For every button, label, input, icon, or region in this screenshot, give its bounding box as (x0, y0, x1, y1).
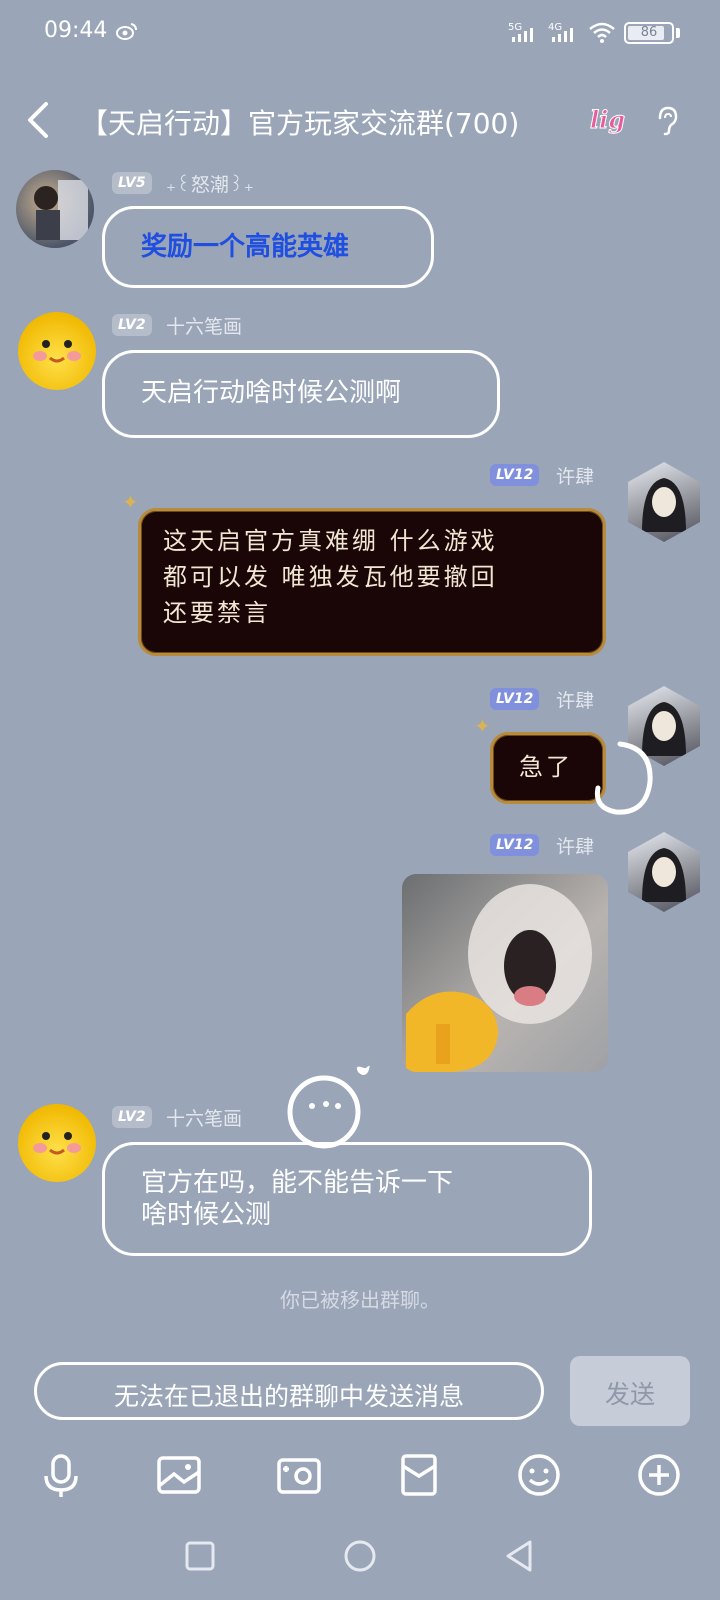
message-line: 这天启官方真难绷 什么游戏 (163, 527, 498, 555)
ear-icon[interactable] (656, 106, 678, 136)
avatar-nuchao[interactable] (16, 170, 94, 248)
message-text: 天启行动啥时候公测啊 (141, 378, 402, 408)
sender-nickname[interactable]: 十六笔画 (166, 312, 242, 339)
sparkle-decoration: ✦ (122, 490, 139, 514)
message-bubble[interactable]: 官方在吗，能不能告诉一下 啥时候公测 (102, 1142, 592, 1256)
level-badge: LV12 (490, 834, 540, 856)
level-badge: LV12 (490, 688, 540, 710)
svg-text:lig: lig (590, 105, 625, 134)
battery-indicator: 86 (624, 22, 674, 44)
sender-nickname[interactable]: 十六笔画 (166, 1104, 242, 1131)
sender-nickname[interactable]: 许肆 (556, 686, 594, 713)
sparkle-decoration: ✦ (474, 714, 491, 738)
battery-level: 86 (640, 25, 658, 40)
send-button[interactable]: 发送 (570, 1356, 690, 1426)
message-input[interactable]: 无法在已退出的群聊中发送消息 (34, 1362, 544, 1420)
wifi-icon (589, 22, 615, 43)
svg-text:5G: 5G (508, 22, 522, 33)
status-bar: 09:44 5G 4G 86 (0, 0, 720, 64)
image-icon[interactable] (156, 1452, 202, 1498)
send-button-label: 发送 (604, 1380, 655, 1409)
chat-header: 【天启行动】官方玩家交流群(700) lig (0, 88, 720, 158)
message-text: 奖励一个高能英雄 (141, 232, 350, 262)
back-arrow-icon[interactable] (24, 100, 52, 140)
message-line: 啥时候公测 (141, 1200, 272, 1230)
recents-icon[interactable] (182, 1538, 218, 1574)
plus-icon[interactable] (636, 1452, 682, 1498)
level-badge: LV5 (112, 172, 152, 194)
nav-back-icon[interactable] (502, 1538, 538, 1574)
message-line: 还要禁言 (163, 599, 271, 627)
cat-meme-image (406, 884, 592, 1072)
message-bubble[interactable]: 这天启官方真难绷 什么游戏 都可以发 唯独发瓦他要撤回 还要禁言 (138, 508, 606, 656)
sender-nickname[interactable]: 许肆 (556, 462, 594, 489)
message-line: 官方在吗，能不能告诉一下 (141, 1168, 454, 1198)
weibo-icon (116, 23, 137, 40)
avatar-shiliubihua[interactable] (18, 312, 96, 390)
portrait-icon (642, 848, 686, 902)
image-message[interactable] (402, 874, 608, 1072)
avatar-figure-icon (34, 180, 88, 240)
sender-nickname[interactable]: ₊꒰怒潮꒱₊ (166, 170, 254, 197)
message-text: 急了 (519, 753, 573, 781)
home-icon[interactable] (342, 1538, 378, 1574)
message-text: 官方在吗，能不能告诉一下 啥时候公测 (141, 1167, 453, 1231)
svg-text:4G: 4G (548, 22, 562, 33)
message-bubble[interactable]: 天启行动啥时候公测啊 (102, 350, 500, 438)
portrait-icon (642, 478, 686, 532)
status-time: 09:44 (44, 18, 108, 43)
signal-4g-icon: 4G (548, 22, 573, 42)
battery-tip (676, 28, 680, 38)
doodle-circle-decoration (594, 741, 653, 815)
avatar-shiliubihua[interactable] (18, 1104, 96, 1182)
avatar-xusi[interactable] (628, 462, 700, 542)
message-bubble[interactable]: 急了 (490, 732, 606, 804)
duck-face-icon (33, 1132, 81, 1155)
red-packet-icon[interactable] (396, 1452, 442, 1498)
level-badge: LV2 (112, 314, 152, 336)
duck-face-icon (33, 340, 81, 363)
group-title[interactable]: 【天启行动】官方玩家交流群(700) (80, 102, 519, 142)
message-line: 都可以发 唯独发瓦他要撤回 (163, 563, 498, 591)
sender-nickname[interactable]: 许肆 (556, 832, 594, 859)
level-badge: LV2 (112, 1106, 152, 1128)
message-bubble[interactable]: 奖励一个高能英雄 (102, 206, 434, 288)
microphone-icon[interactable] (38, 1452, 84, 1498)
signal-5g-icon: 5G (508, 22, 533, 42)
message-text: 这天启官方真难绷 什么游戏 都可以发 唯独发瓦他要撤回 还要禁言 (163, 523, 585, 631)
system-notice: 你已被移出群聊。 (280, 1288, 440, 1312)
level-badge: LV12 (490, 464, 540, 486)
camera-icon[interactable] (276, 1452, 322, 1498)
input-placeholder: 无法在已退出的群聊中发送消息 (113, 1382, 464, 1411)
avatar-xusi[interactable] (628, 832, 700, 912)
emoji-icon[interactable] (516, 1452, 562, 1498)
lig-sticker-icon: lig (590, 105, 626, 135)
